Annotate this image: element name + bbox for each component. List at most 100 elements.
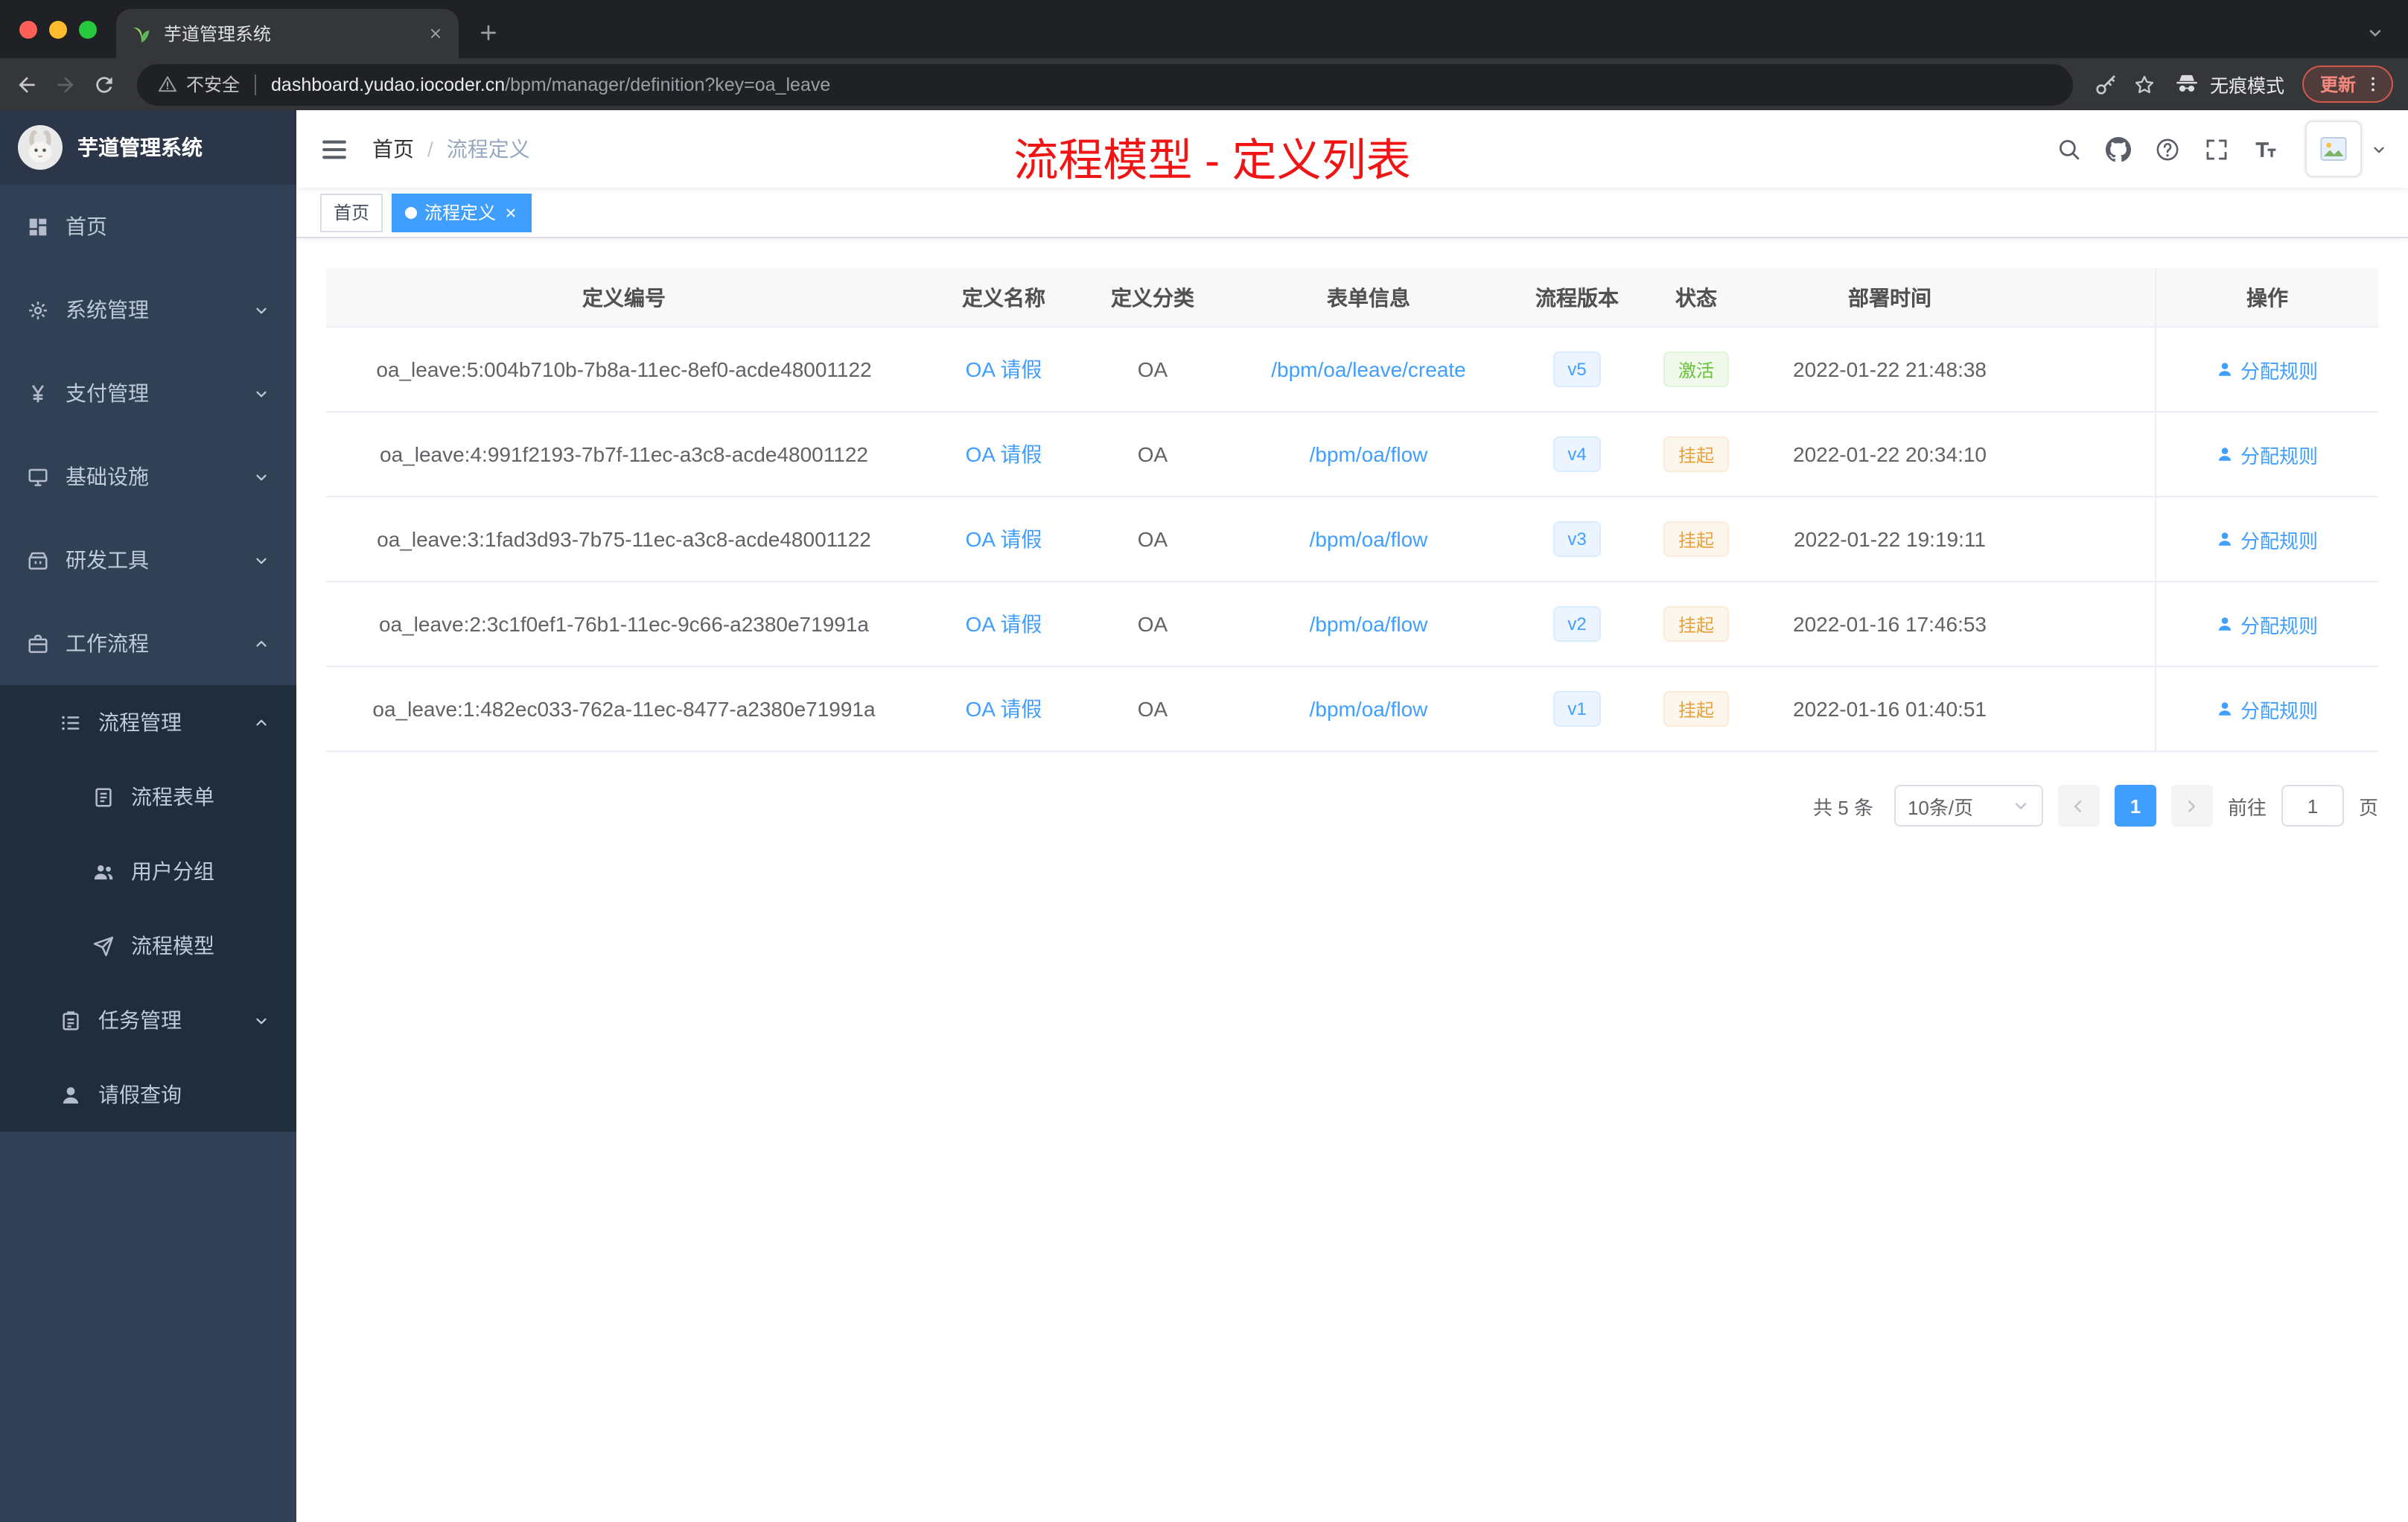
docs-help-icon[interactable] (2143, 136, 2192, 162)
cell-actions: 分配规则 (2155, 667, 2378, 751)
definition-name-link[interactable]: OA 请假 (966, 354, 1042, 384)
password-key-icon[interactable] (2094, 72, 2118, 96)
back-button[interactable] (15, 72, 39, 96)
logo-image (18, 125, 63, 170)
chrome-update-button[interactable]: 更新 (2302, 66, 2393, 103)
sidebar-item-home[interactable]: 首页 (0, 185, 296, 268)
form-link[interactable]: /bpm/oa/flow (1310, 442, 1428, 466)
definition-name-link[interactable]: OA 请假 (966, 524, 1042, 554)
goto-page-input[interactable]: 1 (2281, 785, 2344, 827)
chevron-right-icon (2182, 796, 2202, 815)
user-avatar[interactable] (2305, 121, 2362, 177)
sidebar-item-system-management[interactable]: 系统管理 (0, 268, 296, 351)
definition-name-link[interactable]: OA 请假 (966, 439, 1042, 469)
cell-version: v1 (1517, 667, 1637, 751)
user-icon (2217, 615, 2235, 633)
dashboard-icon (27, 215, 49, 238)
status-tag: 挂起 (1663, 691, 1729, 727)
cell-actions: 分配规则 (2155, 497, 2378, 581)
github-icon[interactable] (2094, 136, 2143, 162)
window-zoom-button[interactable] (79, 21, 97, 39)
definition-name-link[interactable]: OA 请假 (966, 694, 1042, 724)
tag-close-icon[interactable] (503, 205, 518, 220)
search-icon[interactable] (2045, 136, 2094, 162)
sidebar-item-user-group[interactable]: 用户分组 (0, 834, 296, 908)
chevron-down-icon (253, 385, 270, 401)
sidebar-collapse-button[interactable] (296, 135, 372, 163)
cell-deploy-time: 2022-01-22 19:19:11 (1794, 527, 1986, 551)
browser-menu-icon[interactable] (2363, 74, 2383, 94)
app-logo[interactable]: 芋道管理系统 (0, 110, 296, 185)
breadcrumb-home[interactable]: 首页 (372, 134, 414, 164)
fullscreen-icon[interactable] (2192, 136, 2241, 162)
assign-rule-button[interactable]: 分配规则 (2217, 610, 2318, 638)
browser-tab[interactable]: 芋道管理系统 (116, 9, 459, 58)
version-tag: v3 (1552, 521, 1602, 557)
form-link[interactable]: /bpm/oa/leave/create (1271, 357, 1466, 381)
pagination: 共 5 条 10条/页 1 前往 1 页 (326, 785, 2378, 827)
reload-button[interactable] (92, 72, 116, 96)
page-number-button[interactable]: 1 (2114, 785, 2156, 827)
cell-category: OA (1137, 527, 1168, 551)
version-tag: v5 (1552, 351, 1602, 387)
tag-home[interactable]: 首页 (320, 193, 383, 232)
tab-search-chevron-icon[interactable] (2366, 24, 2384, 42)
assign-rule-button[interactable]: 分配规则 (2217, 695, 2318, 723)
sidebar-item-label: 系统管理 (66, 298, 149, 322)
site-favicon-icon (131, 23, 152, 44)
sidebar-item-label: 用户分组 (131, 859, 214, 883)
sidebar-item-leave-query[interactable]: 请假查询 (0, 1057, 296, 1132)
address-bar[interactable]: 不安全 dashboard.yudao.iocoder.cn/bpm/manag… (137, 63, 2073, 105)
definitions-table: 定义编号 定义名称 定义分类 表单信息 流程版本 状态 部署时间 操作 oa_leave:5:… (326, 268, 2378, 752)
sidebar-item-payment-management[interactable]: 支付管理 (0, 351, 296, 435)
toolbox-icon (27, 549, 49, 571)
assign-rule-button[interactable]: 分配规则 (2217, 525, 2318, 553)
cell-form-info: /bpm/oa/leave/create (1220, 328, 1517, 411)
prev-page-button[interactable] (2057, 785, 2100, 827)
sidebar-item-workflow[interactable]: 工作流程 (0, 602, 296, 685)
assign-rule-button[interactable]: 分配规则 (2217, 440, 2318, 468)
sidebar-item-task-management[interactable]: 任务管理 (0, 983, 296, 1057)
sidebar-item-label: 流程表单 (131, 785, 214, 809)
sidebar-item-process-form[interactable]: 流程表单 (0, 760, 296, 834)
list-icon (60, 711, 82, 733)
window-close-button[interactable] (19, 21, 37, 39)
column-header-category: 定义分类 (1111, 285, 1194, 309)
bookmark-star-icon[interactable] (2133, 72, 2156, 96)
definition-name-link[interactable]: OA 请假 (966, 609, 1042, 639)
table-body: oa_leave:5:004b710b-7b8a-11ec-8ef0-acde4… (326, 328, 2378, 752)
sidebar-item-process-management[interactable]: 流程管理 (0, 685, 296, 760)
assign-rule-button[interactable]: 分配规则 (2217, 355, 2318, 383)
sidebar-item-label: 基础设施 (66, 465, 149, 488)
form-link[interactable]: /bpm/oa/flow (1310, 527, 1428, 551)
sidebar-item-label: 流程管理 (98, 710, 182, 734)
next-page-button[interactable] (2170, 785, 2213, 827)
cell-deploy-time: 2022-01-16 01:40:51 (1793, 697, 1987, 721)
security-label[interactable]: 不安全 (186, 71, 240, 97)
sidebar-item-process-model[interactable]: 流程模型 (0, 908, 296, 983)
gear-icon (27, 299, 49, 321)
page-size-select[interactable]: 10条/页 (1893, 785, 2043, 827)
sidebar-item-infrastructure[interactable]: 基础设施 (0, 435, 296, 518)
cell-status: 挂起 (1637, 497, 1756, 581)
user-menu-caret-icon[interactable] (2371, 141, 2387, 157)
column-header-id: 定义编号 (582, 285, 666, 309)
tag-label: 流程定义 (424, 203, 497, 223)
tab-close-icon[interactable] (427, 25, 444, 42)
user-icon (2217, 360, 2235, 378)
window-controls (19, 21, 97, 39)
sidebar-item-label: 请假查询 (98, 1083, 182, 1107)
tag-process-definition[interactable]: 流程定义 (392, 193, 532, 232)
new-tab-button[interactable] (477, 21, 500, 45)
update-label: 更新 (2319, 74, 2356, 95)
forward-button[interactable] (54, 72, 77, 96)
sidebar-item-dev-tools[interactable]: 研发工具 (0, 518, 296, 602)
window-minimize-button[interactable] (49, 21, 67, 39)
table-row: oa_leave:4:991f2193-7b7f-11ec-a3c8-acde4… (326, 413, 2378, 497)
form-link[interactable]: /bpm/oa/flow (1310, 612, 1428, 636)
font-size-icon[interactable] (2241, 136, 2290, 162)
form-link[interactable]: /bpm/oa/flow (1310, 697, 1428, 721)
table-row: oa_leave:2:3c1f0ef1-76b1-11ec-9c66-a2380… (326, 582, 2378, 667)
incognito-icon (2174, 71, 2200, 97)
cell-category: OA (1137, 697, 1168, 721)
